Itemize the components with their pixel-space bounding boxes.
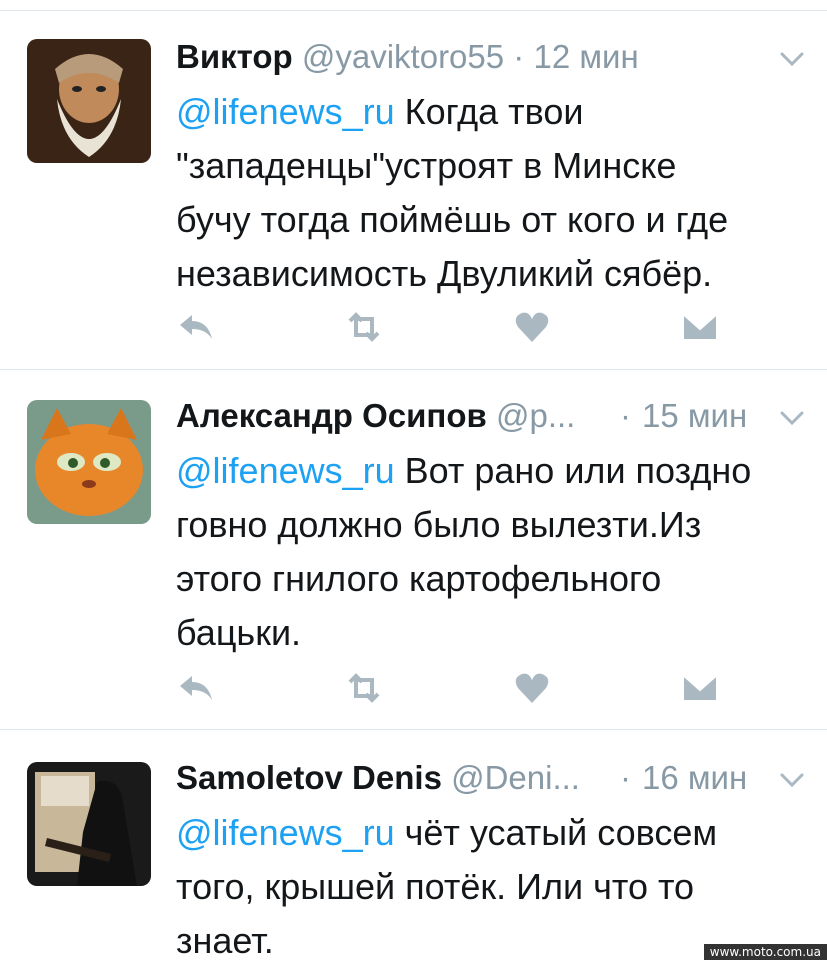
user-handle[interactable]: @Deni... [451, 759, 580, 796]
user-name[interactable]: Виктор [176, 38, 293, 75]
action-bar [176, 309, 736, 349]
user-handle[interactable]: @yaviktoro55 [302, 38, 504, 75]
text-line: Вот рано или поздно [394, 450, 752, 491]
text-line: бучу тогда поймёшь от кого и где [176, 199, 729, 240]
tweet[interactable]: Александр Осипов @p... · 15 мин @lifenew… [0, 370, 827, 730]
old-man-beard-avatar [27, 39, 151, 163]
avatar[interactable] [27, 762, 151, 886]
text-line: "западенцы"устроят в Минске [176, 145, 677, 186]
message-icon[interactable] [680, 309, 720, 345]
separator: · [513, 38, 525, 75]
text-line: знает. [176, 920, 274, 961]
reply-icon[interactable] [176, 309, 216, 345]
tweet-text: @lifenews_ru Вот рано или поздно говно д… [176, 444, 807, 660]
separator: · [620, 759, 631, 796]
tweet[interactable]: Виктор @yaviktoro55 · 12 мин @lifenews_r… [0, 10, 827, 370]
watermark: www.moto.com.ua [703, 944, 827, 960]
mention-link[interactable]: @lifenews_ru [176, 812, 395, 853]
text-line: того, крышей потёк. Или что то [176, 866, 695, 907]
avatar[interactable] [27, 400, 151, 524]
like-icon[interactable] [512, 309, 552, 345]
text-line: этого гнилого картофельного [176, 558, 662, 599]
text-line: независимость Двуликий сябёр. [176, 253, 713, 294]
guitarist-silhouette-avatar [27, 762, 151, 886]
tweet[interactable]: Samoletov Denis @Deni... · 16 мин @lifen… [0, 730, 827, 961]
retweet-icon[interactable] [344, 670, 384, 706]
separator: · [620, 397, 631, 434]
user-name[interactable]: Samoletov Denis [176, 759, 442, 796]
mention-link[interactable]: @lifenews_ru [176, 450, 395, 491]
action-bar [176, 670, 736, 710]
chevron-down-icon[interactable] [779, 408, 805, 428]
text-line: чёт усатый совсем [394, 812, 718, 853]
like-icon[interactable] [512, 670, 552, 706]
orange-cat-avatar [27, 400, 151, 524]
avatar[interactable] [27, 39, 151, 163]
message-icon[interactable] [680, 670, 720, 706]
timestamp[interactable]: 15 мин [642, 394, 747, 438]
user-handle[interactable]: @p... [496, 397, 575, 434]
timestamp[interactable]: 16 мин [642, 756, 747, 800]
text-line: говно должно было вылезти.Из [176, 504, 702, 545]
retweet-icon[interactable] [344, 309, 384, 345]
reply-icon[interactable] [176, 670, 216, 706]
mention-link[interactable]: @lifenews_ru [176, 91, 395, 132]
chevron-down-icon[interactable] [779, 49, 805, 69]
user-name[interactable]: Александр Осипов [176, 397, 487, 434]
text-line: Когда твои [394, 91, 584, 132]
chevron-down-icon[interactable] [779, 770, 805, 790]
tweet-text: @lifenews_ru Когда твои "западенцы"устро… [176, 85, 807, 301]
text-line: бацьки. [176, 612, 302, 653]
timestamp[interactable]: 12 мин [533, 38, 638, 75]
